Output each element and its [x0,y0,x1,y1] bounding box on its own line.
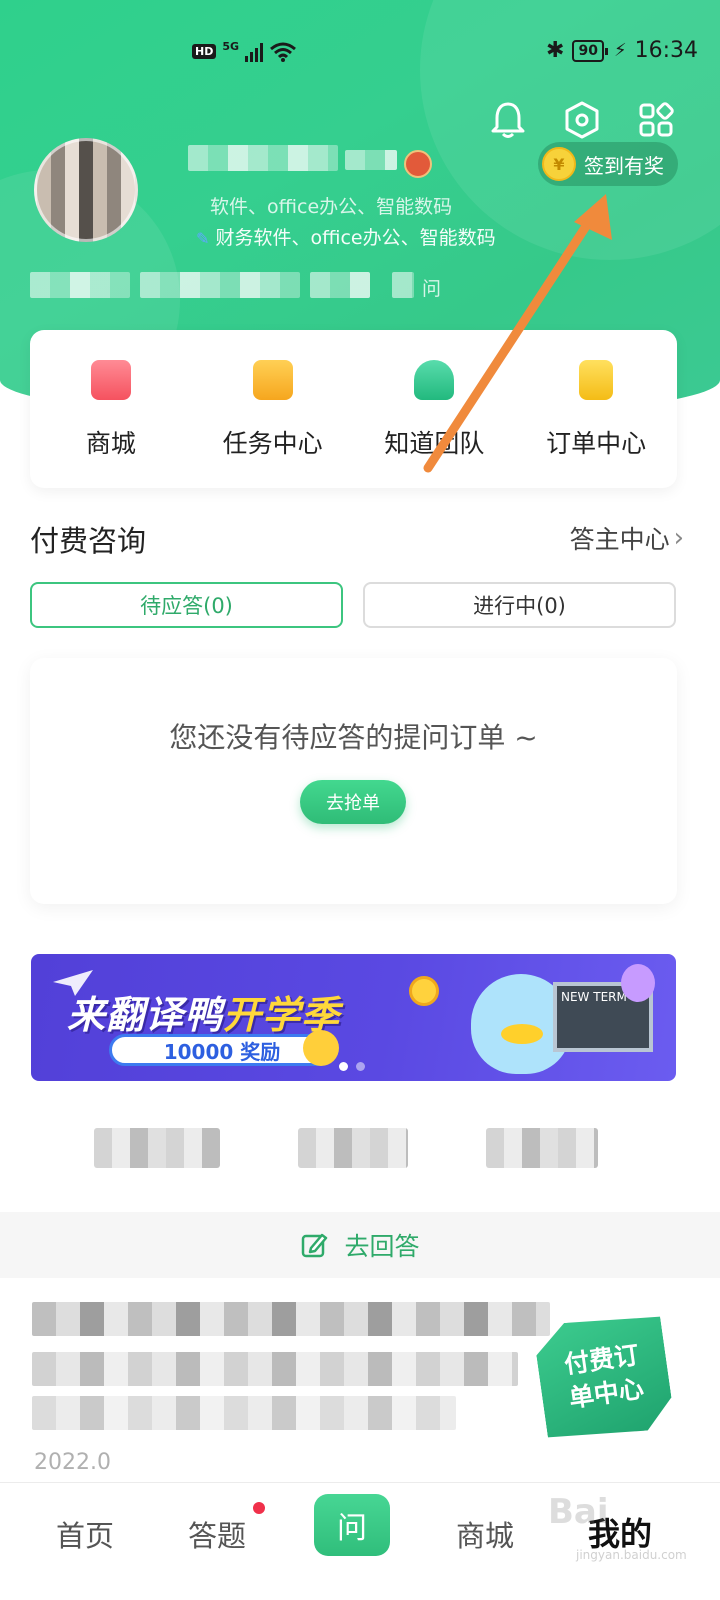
item-title-blurred-1 [32,1302,550,1336]
settings-hexagon-icon[interactable] [562,100,602,140]
chevron-right-icon: › [673,523,684,553]
expertise-tags: ✎ 财务软件、office办公、智能数码 [196,223,496,250]
grab-order-button[interactable]: 去抢单 [300,780,406,824]
checkin-label: 签到有奖 [584,153,664,178]
stats-blurred-1 [30,272,130,298]
shop-bag-icon [90,360,131,400]
quick-menu-card: 商城 任务中心 知道团队 订单中心 [30,330,677,488]
expertise-tags-partial: 软件、office办公、智能数码 [210,196,453,218]
paid-order-center-badge[interactable]: 付费订 单中心 [532,1310,675,1445]
coin-icon: ¥ [542,147,576,181]
coin-stack-icon [409,976,439,1006]
network-label: 5G [222,40,240,53]
signal-icon [245,42,264,62]
nav-shop[interactable]: 商城 [456,1513,514,1555]
quick-item-label: 知道团队 [384,429,485,458]
username-blurred [188,145,338,171]
stats-blurred-2 [140,272,300,298]
nav-answer[interactable]: 答题 [188,1513,246,1555]
item-date: 2022.0 [34,1450,111,1475]
carousel-dots [339,1062,365,1071]
tab-pending[interactable]: 待应答(0) [30,582,343,628]
quick-item-label: 订单中心 [546,429,647,458]
charging-icon: ⚡ [613,40,627,61]
answerer-center-link[interactable]: 答主中心 › [570,520,684,556]
quick-item-team[interactable]: 知道团队 [359,360,509,488]
banner-title-part1: 来翻译鸭 [67,993,224,1037]
stats-fragment: 问 [422,278,442,300]
balloon-icon [621,964,655,1002]
quick-item-tasks[interactable]: 任务中心 [198,360,348,488]
nav-home[interactable]: 首页 [56,1513,114,1555]
notification-dot [253,1502,265,1514]
duck-beak [501,1024,543,1044]
board-text: NEW TERM [561,990,627,1004]
banner-title: 来翻译鸭开学季 [67,984,340,1039]
answerer-center-label: 答主中心 [569,525,670,554]
section-title: 付费咨询 [30,524,147,558]
team-people-icon [414,360,455,400]
checkin-reward-button[interactable]: ¥ 签到有奖 [538,142,678,186]
go-answer-label: 去回答 [344,1232,420,1261]
hd-badge: HD [192,44,217,59]
item-title-blurred-2 [32,1352,518,1386]
edit-icon [302,1233,328,1258]
avatar[interactable] [34,138,138,242]
apps-grid-icon[interactable] [636,100,676,140]
go-answer-button[interactable]: 去回答 [0,1212,720,1278]
item-title-blurred-3 [32,1396,456,1430]
empty-state-text: 您还没有待应答的提问订单 ~ [169,721,538,754]
promo-banner[interactable]: 来翻译鸭开学季 10000 奖励 NEW TERM [31,954,676,1081]
quick-item-label: 商城 [85,429,136,458]
tab-in-progress[interactable]: 进行中(0) [363,582,676,628]
pen-icon: ✎ [196,229,210,248]
watermark-sub: jingyan.baidu.com [576,1548,687,1562]
stats-blurred-3 [310,272,370,298]
stat-blurred-2 [298,1128,408,1168]
stat-blurred-1 [94,1128,220,1168]
battery-indicator: 90 [572,39,609,62]
quick-item-orders[interactable]: 订单中心 [521,360,671,488]
nav-ask-button[interactable]: 问 [314,1494,390,1556]
quick-item-shop[interactable]: 商城 [36,360,186,488]
stat-blurred-3 [486,1128,598,1168]
stats-blurred-4 [392,272,414,298]
bluetooth-icon: ✱ [546,38,565,63]
watermark: Bai [548,1492,609,1532]
wifi-icon [270,42,296,62]
level-blurred [345,150,397,170]
medal-icon [404,150,432,178]
reward-pill: 10000 奖励 [109,1034,335,1066]
quick-item-label: 任务中心 [222,429,323,458]
task-calendar-icon [252,360,293,400]
empty-state-card: 您还没有待应答的提问订单 ~ 去抢单 [30,658,677,904]
megaphone-icon [303,1030,339,1066]
bell-icon[interactable] [488,100,528,140]
expertise-tags-text: 财务软件、office办公、智能数码 [215,227,496,249]
status-bar: HD 5G ✱ 90 ⚡ 16:34 [0,36,720,72]
order-clipboard-icon [579,360,614,400]
clock: 16:34 [634,38,698,63]
